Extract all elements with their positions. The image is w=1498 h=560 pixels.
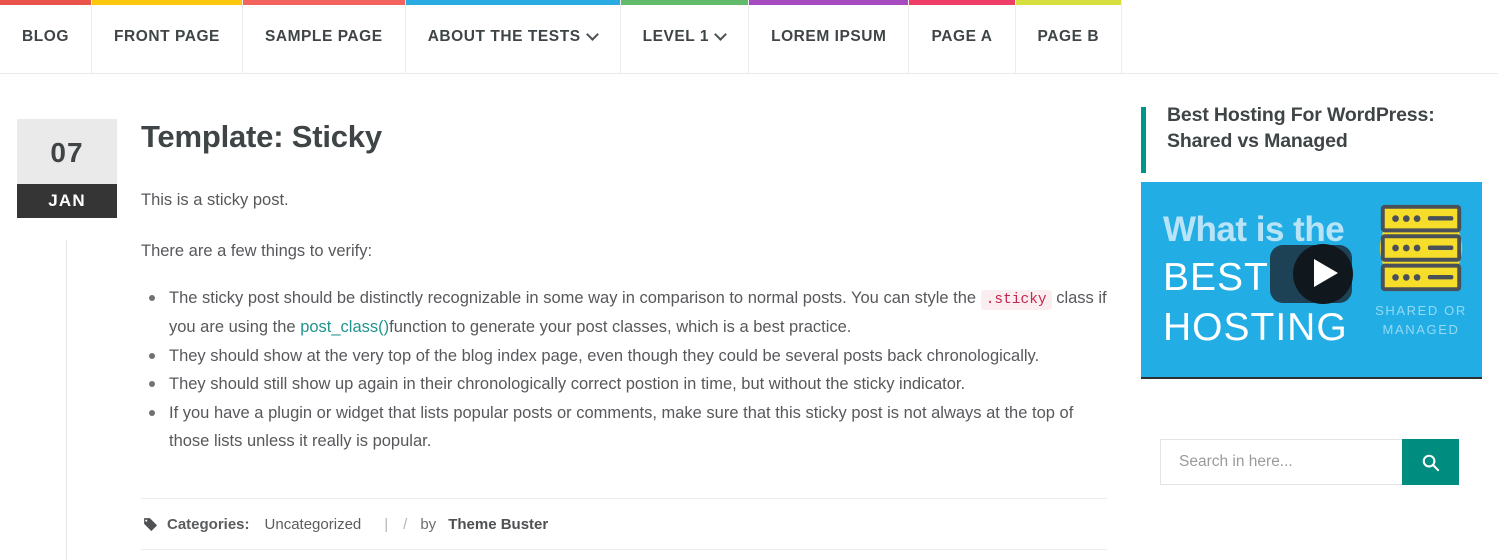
post-date-day: 07 bbox=[17, 119, 117, 184]
list-item-text: function to generate your post classes, … bbox=[389, 318, 852, 337]
list-item-text: The sticky post should be distinctly rec… bbox=[169, 288, 977, 307]
post-article: Template: Sticky This is a sticky post. … bbox=[141, 74, 1107, 550]
nav-item-level-1[interactable]: LEVEL 1 bbox=[620, 0, 750, 73]
nav-item-blog[interactable]: BLOG bbox=[0, 0, 92, 73]
nav-item-label: PAGE B bbox=[1037, 27, 1100, 45]
post-meta: Categories: Uncategorized | / by Theme B… bbox=[141, 499, 1107, 549]
nav-accent-bar bbox=[749, 0, 909, 5]
search-input[interactable] bbox=[1160, 439, 1402, 485]
nav-item-page-a[interactable]: PAGE A bbox=[909, 0, 1016, 73]
post-author[interactable]: Theme Buster bbox=[448, 516, 548, 533]
nav-accent-bar bbox=[0, 0, 91, 5]
meta-by-label: by bbox=[420, 515, 437, 533]
post-paragraph: There are a few things to verify: bbox=[141, 241, 373, 260]
widget-title: Best Hosting For WordPress: Shared vs Ma… bbox=[1141, 74, 1482, 173]
chevron-down-icon bbox=[716, 30, 726, 40]
nav-empty-space bbox=[1122, 0, 1498, 73]
nav-item-label: FRONT PAGE bbox=[113, 27, 220, 45]
page-body: 07 JAN Template: Sticky This is a sticky… bbox=[0, 74, 1498, 560]
nav-item-label: LOREM IPSUM bbox=[771, 27, 887, 45]
list-item: If you have a plugin or widget that list… bbox=[149, 399, 1107, 456]
nav-item-label: ABOUT THE TESTS bbox=[427, 27, 581, 45]
timeline-divider bbox=[66, 240, 67, 560]
video-subtext: SHARED OR MANAGED bbox=[1375, 303, 1467, 338]
sticky-code-span: .sticky bbox=[980, 289, 1052, 310]
nav-accent-bar bbox=[91, 0, 242, 5]
nav-accent-bar bbox=[620, 0, 749, 5]
search-widget bbox=[1160, 439, 1459, 485]
post-date-month: JAN bbox=[17, 184, 117, 218]
verify-list: The sticky post should be distinctly rec… bbox=[141, 284, 1107, 456]
post-paragraph: This is a sticky post. bbox=[141, 191, 289, 210]
video-thumbnail[interactable]: What is the BEST HOSTING SHARED OR MANAG… bbox=[1141, 182, 1482, 380]
post-content: This is a sticky post. There are a few t… bbox=[141, 187, 1107, 456]
nav-accent-bar bbox=[405, 0, 620, 5]
tag-icon bbox=[143, 517, 158, 532]
list-item: They should show at the very top of the … bbox=[149, 342, 1107, 371]
widget-title-text: Best Hosting For WordPress: Shared vs Ma… bbox=[1167, 104, 1435, 152]
post-meta-container: Categories: Uncategorized | / by Theme B… bbox=[141, 497, 1107, 550]
meta-separator: | bbox=[384, 515, 389, 533]
play-triangle-icon bbox=[1314, 259, 1338, 288]
category-link[interactable]: Uncategorized bbox=[265, 516, 362, 533]
nav-item-lorem-ipsum[interactable]: LOREM IPSUM bbox=[749, 0, 910, 73]
list-item: They should still show up again in their… bbox=[149, 370, 1107, 399]
nav-item-sample-page[interactable]: SAMPLE PAGE bbox=[242, 0, 406, 73]
nav-accent-bar bbox=[242, 0, 405, 5]
video-headline-2: BEST bbox=[1163, 256, 1269, 300]
post-date-badge: 07 JAN bbox=[17, 119, 117, 218]
video-headline-3: HOSTING bbox=[1163, 306, 1348, 350]
nav-item-label: LEVEL 1 bbox=[642, 27, 710, 45]
nav-accent-bar bbox=[1015, 0, 1122, 5]
page-title: Template: Sticky bbox=[141, 119, 382, 154]
nav-item-label: SAMPLE PAGE bbox=[264, 27, 383, 45]
search-button[interactable] bbox=[1402, 439, 1459, 485]
meta-slash: / bbox=[403, 515, 408, 533]
sidebar: Best Hosting For WordPress: Shared vs Ma… bbox=[1141, 74, 1482, 485]
categories-label: Categories: bbox=[167, 515, 250, 533]
widget-accent-bar bbox=[1141, 107, 1146, 173]
nav-item-label: PAGE A bbox=[931, 27, 993, 45]
list-item: The sticky post should be distinctly rec… bbox=[149, 284, 1107, 342]
nav-accent-bar bbox=[909, 0, 1015, 5]
nav-item-page-b[interactable]: PAGE B bbox=[1015, 0, 1123, 73]
nav-item-front-page[interactable]: FRONT PAGE bbox=[91, 0, 243, 73]
main-navigation: BLOG FRONT PAGE SAMPLE PAGE ABOUT THE TE… bbox=[0, 0, 1498, 74]
nav-item-label: BLOG bbox=[22, 27, 69, 45]
nav-item-about-the-tests[interactable]: ABOUT THE TESTS bbox=[405, 0, 621, 73]
server-icon bbox=[1379, 205, 1463, 292]
post-class-link[interactable]: post_class() bbox=[300, 318, 389, 336]
chevron-down-icon bbox=[588, 30, 598, 40]
